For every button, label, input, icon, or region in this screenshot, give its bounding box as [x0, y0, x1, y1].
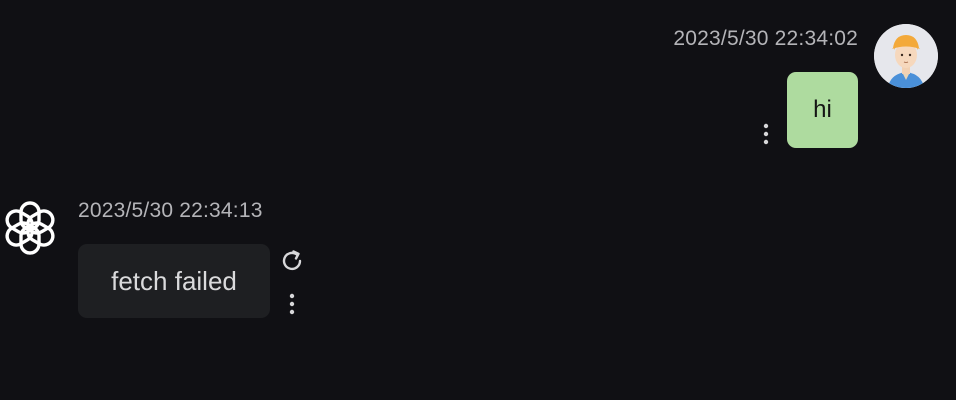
assistant-message-bubble: fetch failed: [78, 244, 270, 318]
user-message-timestamp: 2023/5/30 22:34:02: [673, 27, 858, 50]
user-message-bubble: hi: [787, 72, 858, 148]
user-message-text: hi: [813, 96, 832, 123]
chat-container: 2023/5/30 22:34:02 hi 2023/5/30 22:34:13…: [0, 0, 956, 400]
more-options-icon: [763, 123, 769, 145]
user-avatar-icon: [874, 24, 938, 88]
refresh-icon: [282, 250, 302, 271]
assistant-message-timestamp: 2023/5/30 22:34:13: [78, 199, 263, 222]
assistant-message-more-button[interactable]: [280, 290, 304, 318]
assistant-message-refresh-button[interactable]: [278, 247, 306, 275]
more-options-icon: [289, 293, 295, 315]
user-message-more-button[interactable]: [754, 120, 778, 148]
assistant-avatar: [0, 198, 60, 258]
user-avatar[interactable]: [874, 24, 938, 88]
assistant-message-text: fetch failed: [111, 265, 237, 296]
openai-logo-icon: [5, 201, 55, 255]
